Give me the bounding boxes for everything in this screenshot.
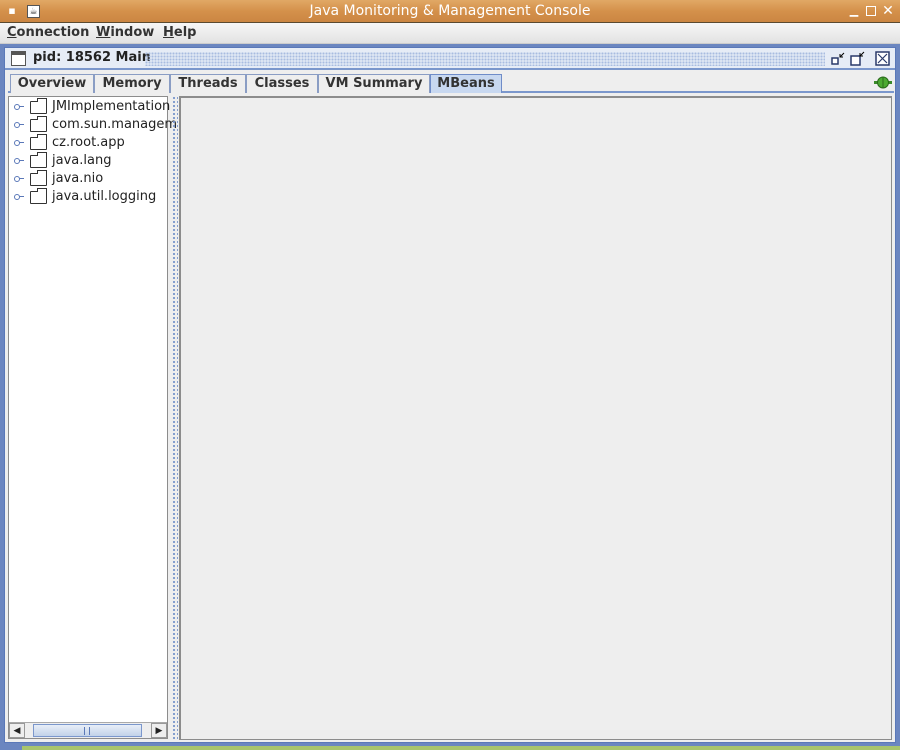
folder-icon	[30, 188, 47, 204]
folder-icon	[30, 134, 47, 150]
connection-status-icon	[874, 76, 892, 89]
grip-icon	[84, 727, 90, 735]
tab-bar: Overview Memory Threads Classes VM Summa…	[8, 73, 894, 93]
internal-frame: pid: 18562 Main Overview Memory Threads …	[4, 47, 896, 743]
minimize-icon[interactable]: ▁	[848, 5, 860, 17]
tree-node-label: JMImplementation	[52, 99, 171, 114]
tab-vm-summary[interactable]: VM Summary	[318, 74, 430, 93]
tree-node-label: cz.root.app	[52, 135, 125, 150]
window-title: Java Monitoring & Management Console	[309, 3, 591, 19]
tab-overview[interactable]: Overview	[10, 74, 94, 93]
iconify-icon[interactable]	[831, 51, 846, 66]
frame-title: pid: 18562 Main	[33, 50, 151, 65]
scroll-right-button[interactable]: ▶	[151, 723, 167, 738]
titlebar-grip	[145, 52, 825, 66]
tab-classes[interactable]: Classes	[246, 74, 318, 93]
tree-node-label: java.nio	[52, 171, 104, 186]
menu-label: indow	[110, 25, 155, 40]
scrollbar-thumb[interactable]	[33, 724, 142, 737]
maximize-icon[interactable]	[866, 6, 876, 16]
tree-node-label: java.lang	[52, 153, 112, 168]
frame-window-icon	[11, 51, 26, 66]
menu-mnemonic: W	[96, 25, 111, 40]
horizontal-scrollbar[interactable]: ◀ ▶	[9, 722, 167, 738]
menu-window[interactable]: Window	[96, 25, 154, 40]
tab-threads[interactable]: Threads	[170, 74, 246, 93]
tab-memory[interactable]: Memory	[94, 74, 170, 93]
frame-close-icon[interactable]	[875, 51, 890, 66]
folder-icon	[30, 152, 47, 168]
expand-handle-icon[interactable]	[14, 122, 24, 128]
menu-help[interactable]: Help	[163, 25, 196, 40]
window-titlebar: ▪ ☕ Java Monitoring & Management Console…	[0, 0, 900, 23]
expand-handle-icon[interactable]	[14, 194, 24, 200]
tree-node-label: java.util.logging	[52, 189, 157, 204]
menu-label: Help	[163, 25, 197, 40]
mbean-detail-panel	[179, 96, 892, 740]
expand-handle-icon[interactable]	[14, 176, 24, 182]
internal-frame-titlebar[interactable]: pid: 18562 Main	[5, 48, 895, 70]
split-pane-divider[interactable]	[171, 96, 178, 739]
expand-handle-icon[interactable]	[14, 104, 24, 110]
scroll-left-button[interactable]: ◀	[9, 723, 25, 738]
folder-icon	[30, 116, 47, 132]
expand-handle-icon[interactable]	[14, 158, 24, 164]
desktop-strip	[22, 746, 900, 750]
menu-bar: Connection Window Help	[0, 23, 900, 44]
restore-icon[interactable]	[850, 51, 865, 66]
expand-handle-icon[interactable]	[14, 140, 24, 146]
mbean-tree[interactable]: JMImplementation com.sun.managem cz.root…	[8, 96, 177, 739]
tab-mbeans[interactable]: MBeans	[430, 74, 502, 93]
menu-label: onnection	[16, 25, 90, 40]
folder-icon	[30, 98, 47, 114]
folder-icon	[30, 170, 47, 186]
tree-node-label: com.sun.managem	[52, 117, 178, 132]
menu-mnemonic: C	[7, 25, 17, 40]
menu-connection[interactable]: Connection	[7, 25, 89, 40]
close-icon[interactable]: ✕	[882, 4, 894, 18]
